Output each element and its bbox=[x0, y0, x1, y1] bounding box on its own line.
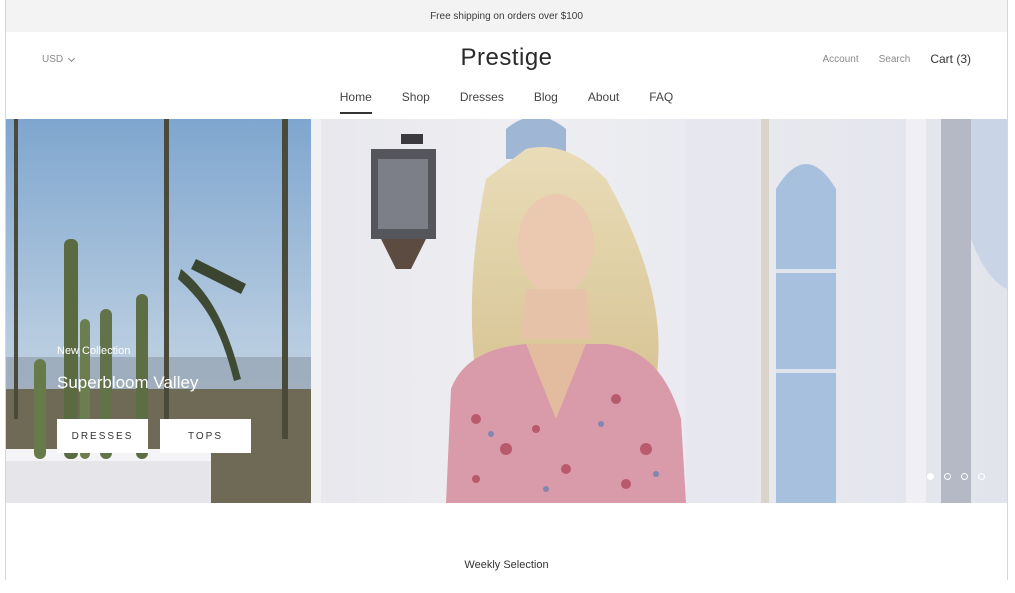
nav-item-shop[interactable]: Shop bbox=[402, 90, 430, 114]
slide-dot-1[interactable] bbox=[927, 473, 934, 480]
hero-subtitle: New Collection bbox=[57, 345, 131, 357]
announcement-text: Free shipping on orders over $100 bbox=[430, 10, 583, 22]
slideshow-dots bbox=[927, 473, 985, 480]
nav-item-faq[interactable]: FAQ bbox=[649, 90, 673, 114]
nav-item-dresses[interactable]: Dresses bbox=[460, 90, 504, 114]
hero-title: Superbloom Valley bbox=[57, 373, 199, 392]
slide-dot-4[interactable] bbox=[978, 473, 985, 480]
section-title: Weekly Selection bbox=[464, 559, 549, 571]
hero-image bbox=[6, 119, 1007, 503]
nav-item-home[interactable]: Home bbox=[339, 90, 372, 114]
account-link[interactable]: Account bbox=[823, 54, 859, 65]
slide-dot-3[interactable] bbox=[961, 473, 968, 480]
slide-dot-2[interactable] bbox=[944, 473, 951, 480]
announcement-bar: Free shipping on orders over $100 bbox=[6, 0, 1007, 32]
nav-item-blog[interactable]: Blog bbox=[534, 90, 558, 114]
main-nav: Home Shop Dresses Blog About FAQ bbox=[6, 90, 1007, 114]
hero-slideshow[interactable]: New Collection Superbloom Valley DRESSES… bbox=[6, 119, 1007, 503]
search-link[interactable]: Search bbox=[879, 54, 911, 65]
dresses-button[interactable]: DRESSES bbox=[57, 419, 148, 453]
tops-button[interactable]: TOPS bbox=[160, 419, 251, 453]
site-header: USD Prestige Account Search Cart (3) Hom… bbox=[6, 32, 1007, 119]
page-frame: Free shipping on orders over $100 USD Pr… bbox=[5, 0, 1008, 580]
cart-link[interactable]: Cart (3) bbox=[930, 52, 971, 66]
header-actions: Account Search Cart (3) bbox=[823, 52, 972, 66]
nav-item-about[interactable]: About bbox=[588, 90, 619, 114]
